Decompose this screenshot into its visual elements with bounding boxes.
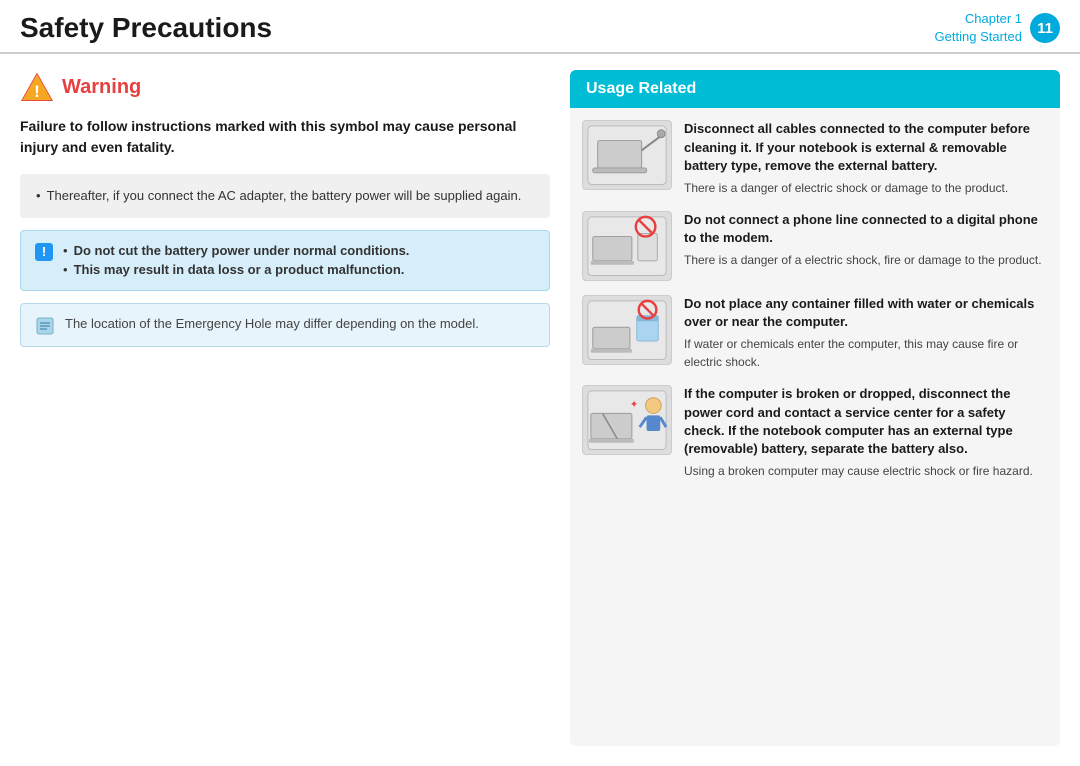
usage-text-cables: Disconnect all cables connected to the c… (684, 120, 1048, 197)
bullet-item-1: Thereafter, if you connect the AC adapte… (36, 186, 534, 206)
usage-text-water: Do not place any container filled with w… (684, 295, 1048, 371)
main-content: ! Warning Failure to follow instructions… (0, 54, 1080, 762)
caution-text: Do not cut the battery power under norma… (63, 241, 409, 280)
bullet-section: Thereafter, if you connect the AC adapte… (20, 174, 550, 218)
usage-item-cables: Disconnect all cables connected to the c… (582, 120, 1048, 197)
svg-text:✦: ✦ (630, 400, 638, 411)
broken-illustration: ✦ (583, 386, 671, 454)
cables-illustration (583, 121, 671, 189)
phone-illustration (583, 212, 671, 280)
usage-header: Usage Related (570, 70, 1060, 108)
usage-img-phone (582, 211, 672, 281)
warning-label: Warning (62, 76, 141, 99)
usage-img-broken: ✦ (582, 385, 672, 455)
warning-description: Failure to follow instructions marked wi… (20, 116, 550, 158)
page-title: Safety Precautions (20, 12, 272, 44)
chapter-info: Chapter 1 Getting Started 11 (935, 10, 1060, 46)
usage-item-phone: Do not connect a phone line connected to… (582, 211, 1048, 281)
chapter-label: Chapter 1 Getting Started (935, 10, 1022, 46)
usage-img-water (582, 295, 672, 365)
svg-text:!: ! (34, 83, 40, 102)
page-header: Safety Precautions Chapter 1 Getting Sta… (0, 0, 1080, 54)
usage-items-list: Disconnect all cables connected to the c… (570, 108, 1060, 492)
warning-header: ! Warning (20, 70, 550, 104)
caution-icon: ! (35, 243, 53, 261)
usage-text-broken: If the computer is broken or dropped, di… (684, 385, 1048, 480)
note-pencil-icon (35, 316, 55, 336)
left-panel: ! Warning Failure to follow instructions… (20, 70, 570, 746)
usage-item-broken: ✦ If the computer is broken or dropped, … (582, 385, 1048, 480)
caution-box: ! Do not cut the battery power under nor… (20, 230, 550, 291)
warning-triangle-icon: ! (20, 70, 54, 104)
usage-img-cables (582, 120, 672, 190)
usage-text-phone: Do not connect a phone line connected to… (684, 211, 1048, 269)
right-panel: Usage Related Disconnect all c (570, 70, 1060, 746)
note-text: The location of the Emergency Hole may d… (65, 314, 479, 334)
note-box: The location of the Emergency Hole may d… (20, 303, 550, 347)
caution-item-2: This may result in data loss or a produc… (63, 260, 409, 280)
caution-item-1: Do not cut the battery power under norma… (63, 241, 409, 261)
page-number-badge: 11 (1030, 13, 1060, 43)
water-illustration (583, 296, 671, 364)
usage-item-water: Do not place any container filled with w… (582, 295, 1048, 371)
